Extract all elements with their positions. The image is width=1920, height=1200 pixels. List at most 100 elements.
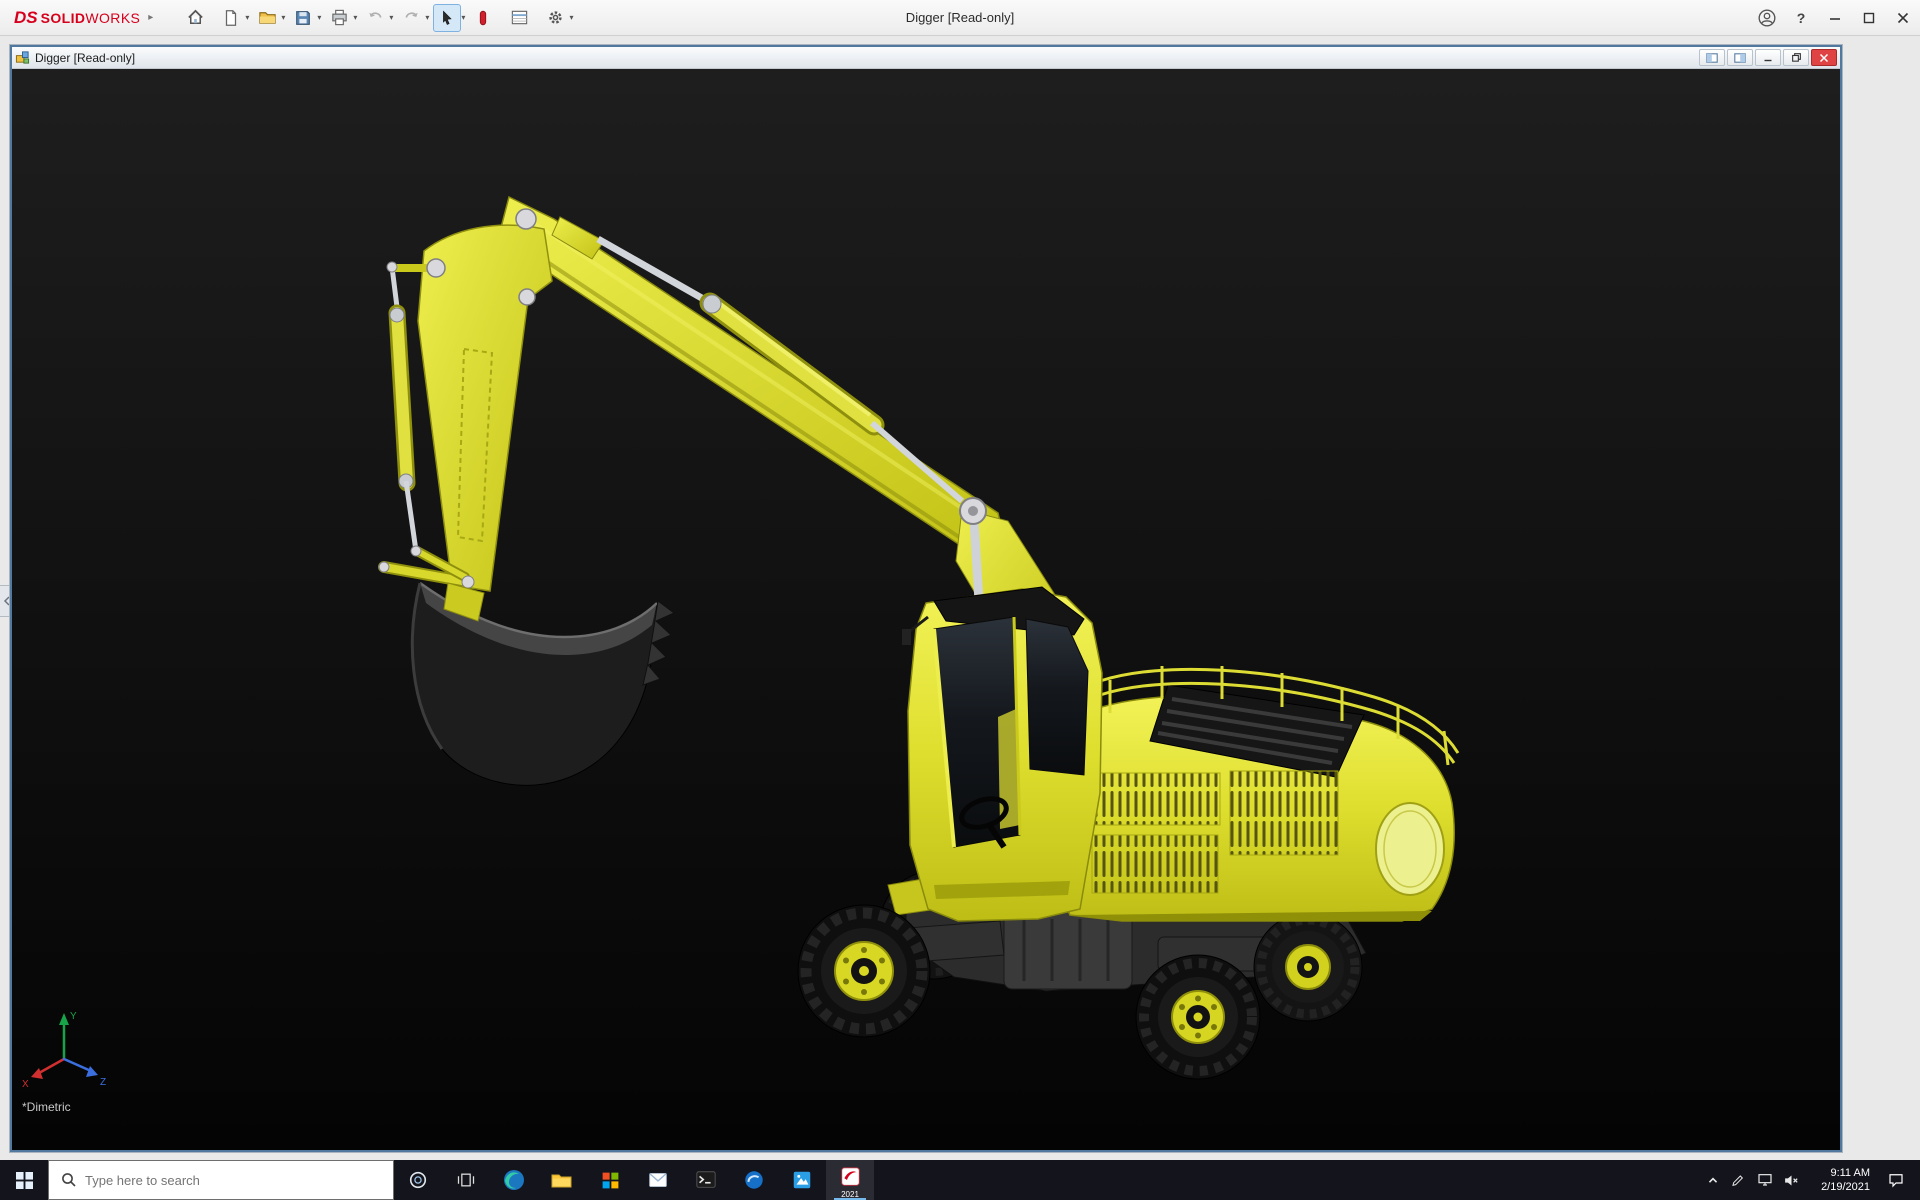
print-button[interactable] [325, 4, 353, 32]
maximize-app-button[interactable] [1852, 0, 1886, 36]
sheet-format-icon [510, 8, 529, 27]
clock-date: 2/19/2021 [1804, 1180, 1870, 1194]
red-capsule-icon [474, 9, 492, 27]
document-titlebar[interactable]: Digger [Read-only] [12, 47, 1840, 69]
document-title: Digger [Read-only] [35, 51, 135, 65]
windows-taskbar: 2021 9:11 AM 2/19/2021 [0, 1160, 1920, 1200]
action-center-button[interactable] [1876, 1160, 1916, 1200]
triad-z-label: Z [100, 1077, 106, 1088]
digger-body[interactable] [1047, 666, 1458, 921]
triad-y-label: Y [70, 1011, 77, 1022]
solidworks-app-icon [840, 1166, 861, 1187]
minimize-app-button[interactable] [1818, 0, 1852, 36]
microsoft-grid-icon [600, 1170, 621, 1191]
cortana-icon [408, 1170, 428, 1190]
digger-cab[interactable] [902, 587, 1102, 921]
select-tool-button[interactable] [433, 4, 461, 32]
close-app-button[interactable] [1886, 0, 1920, 36]
redo-dropdown[interactable]: ▾ [425, 13, 429, 22]
home-icon [186, 8, 205, 27]
solidworks-logo: DSSOLIDWORKS [0, 8, 140, 28]
account-button[interactable] [1750, 0, 1784, 36]
sheet-format-button[interactable] [505, 4, 533, 32]
options-button[interactable] [541, 4, 569, 32]
minimize-doc-icon [1763, 53, 1773, 63]
app-window-title: Digger [Read-only] [906, 10, 1014, 25]
tile-pane-1-button[interactable] [1699, 49, 1725, 66]
digger-model-canvas[interactable]: Y X Z [12, 69, 1840, 1150]
document-window: Digger [Read-only] [10, 45, 1842, 1152]
windows-ink-button[interactable] [1726, 1160, 1752, 1200]
taskbar-search[interactable] [48, 1160, 394, 1200]
close-document-button[interactable] [1811, 49, 1837, 66]
open-dropdown[interactable]: ▾ [281, 13, 285, 22]
show-hidden-icons-button[interactable] [1700, 1160, 1726, 1200]
digger-bucket[interactable] [412, 583, 674, 785]
pen-icon [1731, 1172, 1747, 1188]
taskbar-clock[interactable]: 9:11 AM 2/19/2021 [1804, 1166, 1876, 1195]
maximize-icon [1862, 11, 1876, 25]
mail-icon [647, 1169, 669, 1191]
task-view-icon [456, 1170, 476, 1190]
options-dropdown[interactable]: ▾ [569, 13, 573, 22]
new-document-icon [222, 9, 240, 27]
taskbar-task-view-button[interactable] [442, 1160, 490, 1200]
tile-pane-1-icon [1706, 53, 1718, 63]
display-tray-button[interactable] [1752, 1160, 1778, 1200]
print-dropdown[interactable]: ▾ [353, 13, 357, 22]
taskbar-cortana-button[interactable] [394, 1160, 442, 1200]
red-capsule-button[interactable] [469, 4, 497, 32]
app-window-controls: ? [1750, 0, 1920, 36]
save-button[interactable] [289, 4, 317, 32]
view-orientation-label: *Dimetric [22, 1100, 71, 1114]
taskbar-photos-button[interactable] [778, 1160, 826, 1200]
taskbar-microsoft-apps-button[interactable] [586, 1160, 634, 1200]
wheel-front-near [798, 905, 930, 1037]
new-document-dropdown[interactable]: ▾ [245, 13, 249, 22]
taskbar-blue-circle-app-button[interactable] [730, 1160, 778, 1200]
terminal-icon [695, 1169, 717, 1191]
new-document-button[interactable] [217, 4, 245, 32]
chevron-up-icon [1705, 1172, 1721, 1188]
solidworks-version-badge: 2021 [826, 1190, 874, 1199]
tile-pane-2-button[interactable] [1727, 49, 1753, 66]
taskbar-mail-button[interactable] [634, 1160, 682, 1200]
digger-model[interactable] [379, 197, 1458, 1079]
graphics-viewport[interactable]: Y X Z *Dimetric [12, 69, 1840, 1150]
undo-button[interactable] [361, 4, 389, 32]
options-gear-icon [546, 8, 565, 27]
display-icon [1757, 1172, 1773, 1188]
home-button[interactable] [181, 4, 209, 32]
help-button[interactable]: ? [1784, 0, 1818, 36]
save-dropdown[interactable]: ▾ [317, 13, 321, 22]
ds-logo-text: DS [14, 8, 38, 28]
app-titlebar: DSSOLIDWORKS ▸ ▾ ▾ ▾ ▾ ▾ ▾ [0, 0, 1920, 36]
brand-solid-text: SOLID [41, 10, 86, 26]
open-button[interactable] [253, 4, 281, 32]
action-center-icon [1887, 1171, 1905, 1189]
taskbar-terminal-button[interactable] [682, 1160, 730, 1200]
restore-doc-icon [1791, 52, 1802, 63]
system-tray: 9:11 AM 2/19/2021 [1700, 1160, 1920, 1200]
close-icon [1896, 11, 1910, 25]
search-input[interactable] [85, 1173, 365, 1188]
start-button[interactable] [0, 1160, 48, 1200]
minimize-document-button[interactable] [1755, 49, 1781, 66]
open-folder-icon [258, 8, 277, 27]
flyout-arrow-icon[interactable]: ▸ [148, 12, 153, 23]
redo-icon [402, 8, 421, 27]
taskbar-solidworks-button[interactable]: 2021 [826, 1160, 874, 1200]
volume-button[interactable] [1778, 1160, 1804, 1200]
minimize-icon [1828, 11, 1842, 25]
file-explorer-icon [550, 1168, 574, 1192]
redo-button[interactable] [397, 4, 425, 32]
quick-toolbar: ▾ ▾ ▾ ▾ ▾ ▾ ▾ [181, 4, 577, 32]
select-tool-dropdown[interactable]: ▾ [461, 13, 465, 22]
taskbar-edge-button[interactable] [490, 1160, 538, 1200]
restore-document-button[interactable] [1783, 49, 1809, 66]
undo-dropdown[interactable]: ▾ [389, 13, 393, 22]
blue-circle-app-icon [743, 1169, 765, 1191]
brand-works-text: WORKS [85, 10, 140, 26]
mdi-area: Digger [Read-only] [0, 36, 1920, 1160]
taskbar-file-explorer-button[interactable] [538, 1160, 586, 1200]
